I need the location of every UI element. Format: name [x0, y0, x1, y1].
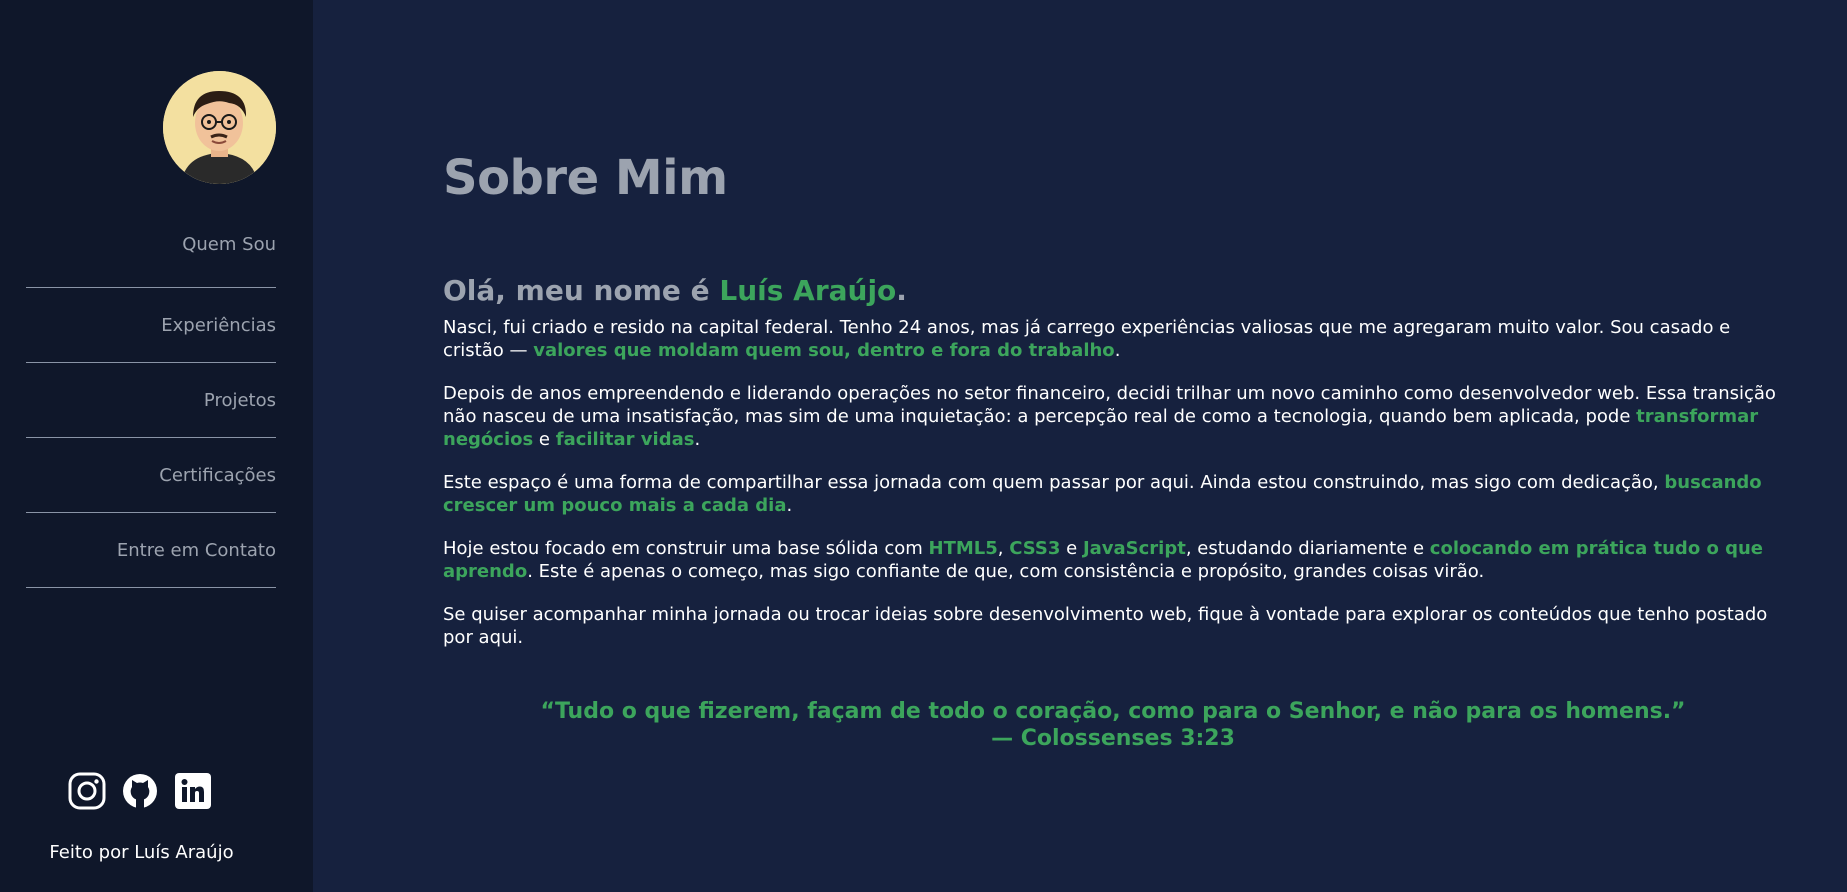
text: Hoje estou focado em construir uma base …	[443, 538, 929, 559]
instagram-icon[interactable]	[68, 772, 106, 810]
text: .	[1114, 340, 1121, 361]
bible-quote: “Tudo o que fizerem, façam de todo o cor…	[443, 698, 1783, 752]
text: . Este é apenas o começo, mas sigo confi…	[527, 561, 1485, 582]
paragraph-focus: Hoje estou focado em construir uma base …	[443, 537, 1783, 583]
sidebar: Quem Sou Experiências Projetos Certifica…	[0, 0, 313, 892]
paragraph-invite: Se quiser acompanhar minha jornada ou tr…	[443, 604, 1768, 648]
paragraph-career: Depois de anos empreendendo e liderando …	[443, 382, 1783, 451]
quote-reference: — Colossenses 3:23	[991, 726, 1235, 751]
nav-item-quem-sou[interactable]: Quem Sou	[26, 214, 276, 288]
paragraph-journey: Este espaço é uma forma de compartilhar …	[443, 471, 1783, 517]
text: e	[533, 429, 556, 450]
text: Depois de anos empreendendo e liderando …	[443, 383, 1776, 427]
highlight: HTML5	[928, 538, 998, 559]
nav-item-projetos[interactable]: Projetos	[26, 363, 276, 438]
footer-credit: Feito por Luís Araújo	[49, 842, 234, 863]
highlight: facilitar vidas	[555, 429, 695, 450]
avatar	[163, 71, 276, 184]
nav-item-experiencias[interactable]: Experiências	[26, 288, 276, 363]
nav-item-certificacoes[interactable]: Certificações	[26, 438, 276, 513]
linkedin-icon[interactable]	[174, 772, 212, 810]
greeting-suffix: .	[896, 274, 907, 307]
paragraph-intro: Nasci, fui criado e resido na capital fe…	[443, 316, 1783, 362]
github-icon[interactable]	[121, 772, 159, 810]
highlight: JavaScript	[1082, 538, 1186, 559]
nav-item-contato[interactable]: Entre em Contato	[26, 513, 276, 588]
greeting-name: Luís Araújo	[719, 274, 897, 307]
about-text: Nasci, fui criado e resido na capital fe…	[443, 316, 1783, 669]
highlight: CSS3	[1009, 538, 1061, 559]
text: , estudando diariamente e	[1185, 538, 1430, 559]
avatar-illustration	[163, 71, 276, 184]
text: Este espaço é uma forma de compartilhar …	[443, 472, 1665, 493]
greeting-heading: Olá, meu nome é Luís Araújo.	[443, 274, 907, 307]
highlight: valores que moldam quem sou, dentro e fo…	[533, 340, 1115, 361]
sidebar-nav: Quem Sou Experiências Projetos Certifica…	[26, 214, 276, 588]
greeting-prefix: Olá, meu nome é	[443, 274, 720, 307]
text: .	[694, 429, 701, 450]
page-title: Sobre Mim	[443, 150, 728, 206]
social-links	[68, 772, 212, 814]
text: ,	[997, 538, 1010, 559]
quote-text: “Tudo o que fizerem, façam de todo o cor…	[540, 699, 1686, 724]
text: e	[1060, 538, 1083, 559]
text: .	[786, 495, 793, 516]
